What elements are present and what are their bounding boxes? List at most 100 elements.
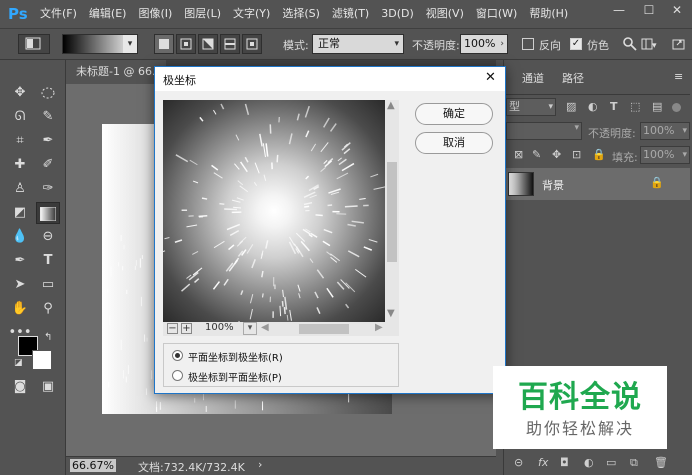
hscroll-thumb[interactable] <box>299 324 349 334</box>
opacity-input[interactable]: 100% › <box>460 34 508 54</box>
radial-gradient-button[interactable] <box>176 34 196 54</box>
type-filter-icon[interactable]: T <box>610 100 618 113</box>
maximize-button[interactable]: ☐ <box>634 0 664 20</box>
scroll-left-icon[interactable]: ◀ <box>261 322 269 333</box>
background-color-swatch[interactable] <box>32 350 52 370</box>
scroll-down-icon[interactable]: ▼ <box>387 308 395 319</box>
add-mask-icon[interactable]: ◘ <box>560 456 569 469</box>
new-group-icon[interactable]: ▭ <box>606 456 616 469</box>
rect-to-polar-label[interactable]: 平面坐标到极坐标(R) <box>188 349 283 364</box>
quick-select-tool-icon[interactable]: ✎ <box>36 106 60 128</box>
trash-icon[interactable]: 🗑 <box>654 456 668 469</box>
lock-all-icon[interactable]: 🔒 <box>592 148 606 161</box>
adjustment-layer-icon[interactable]: ◐ <box>584 456 594 469</box>
close-icon[interactable]: ✕ <box>485 70 496 85</box>
reverse-checkbox[interactable] <box>522 38 534 50</box>
panel-menu-icon[interactable]: ≡ <box>674 70 683 83</box>
lock-pixels-icon[interactable]: ✎ <box>532 148 541 161</box>
healing-brush-icon[interactable]: ✚ <box>8 154 32 176</box>
lock-transparent-icon[interactable]: ⊠ <box>514 148 523 161</box>
path-select-icon[interactable]: ➤ <box>8 274 32 296</box>
diamond-gradient-button[interactable] <box>242 34 262 54</box>
dither-checkbox[interactable]: ✓ <box>570 38 582 50</box>
close-window-button[interactable]: ✕ <box>662 0 692 20</box>
type-tool-icon[interactable]: T <box>36 250 60 272</box>
filter-toggle[interactable] <box>672 103 681 112</box>
menu-edit[interactable]: 编辑(E) <box>83 0 133 28</box>
ok-button[interactable]: 确定 <box>415 103 493 125</box>
image-filter-icon[interactable]: ▨ <box>566 100 576 113</box>
layer-opacity-input[interactable]: 100% ▾ <box>640 122 690 140</box>
swap-colors-icon[interactable]: ↰ <box>44 332 52 343</box>
workspace-icon[interactable]: ▾ <box>640 36 658 52</box>
vscroll-thumb[interactable] <box>387 162 397 262</box>
blur-tool-icon[interactable]: 💧 <box>8 226 32 248</box>
mode-select[interactable]: 正常 ▾ <box>312 34 404 54</box>
rectangle-tool-icon[interactable]: ▭ <box>36 274 60 296</box>
history-brush-icon[interactable]: ✑ <box>36 178 60 200</box>
menu-select[interactable]: 选择(S) <box>276 0 326 28</box>
radio-polar-to-rect[interactable] <box>172 370 183 381</box>
eraser-tool-icon[interactable]: ◩ <box>8 202 32 224</box>
default-colors-icon[interactable]: ◪ <box>14 358 23 368</box>
layer-row[interactable]: 背景 🔒 <box>504 168 690 200</box>
menu-image[interactable]: 图像(I) <box>132 0 178 28</box>
shape-filter-icon[interactable]: ⬚ <box>630 100 640 113</box>
fx-icon[interactable]: fx <box>538 456 548 469</box>
smart-object-filter-icon[interactable]: ▤ <box>652 100 662 113</box>
lock-position-icon[interactable]: ✥ <box>552 148 561 161</box>
pen-tool-icon[interactable]: ✒ <box>8 250 32 272</box>
menu-help[interactable]: 帮助(H) <box>523 0 574 28</box>
gradient-tool-icon[interactable] <box>36 202 60 224</box>
clone-stamp-icon[interactable]: ♙ <box>8 178 32 200</box>
filter-kind-select[interactable]: 型 ▾ <box>506 98 556 116</box>
scroll-right-icon[interactable]: ▶ <box>375 322 383 333</box>
menu-view[interactable]: 视图(V) <box>420 0 470 28</box>
marquee-tool-icon[interactable] <box>36 82 60 104</box>
move-tool-icon[interactable]: ✥ <box>8 82 32 104</box>
document-tab[interactable]: 未标题-1 @ 66.7 <box>66 60 166 84</box>
filter-preview[interactable] <box>163 100 385 322</box>
zoom-out-button[interactable]: − <box>167 323 178 334</box>
layer-name[interactable]: 背景 <box>542 177 564 193</box>
tool-preset-picker[interactable] <box>18 34 50 54</box>
gradient-picker[interactable]: ▾ <box>62 34 138 54</box>
fill-input[interactable]: 100% ▾ <box>640 146 690 164</box>
dodge-tool-icon[interactable]: ⊖ <box>36 226 60 248</box>
share-icon[interactable] <box>670 36 688 52</box>
angle-gradient-button[interactable] <box>198 34 218 54</box>
lasso-tool-icon[interactable]: ᘏ <box>8 106 32 128</box>
chevron-right-icon[interactable]: › <box>258 458 262 471</box>
minimize-button[interactable]: — <box>604 0 634 20</box>
hand-tool-icon[interactable]: ✋ <box>8 298 32 320</box>
menu-3d[interactable]: 3D(D) <box>375 0 420 28</box>
radio-rect-to-polar[interactable] <box>172 350 183 361</box>
brush-tool-icon[interactable]: ✐ <box>36 154 60 176</box>
zoom-level[interactable]: 66.67% <box>70 459 116 472</box>
crop-tool-icon[interactable]: ⌗ <box>8 130 32 152</box>
search-icon[interactable] <box>622 36 638 52</box>
tab-paths[interactable]: 路径 <box>554 66 592 92</box>
menu-window[interactable]: 窗口(W) <box>470 0 523 28</box>
zoom-tool-icon[interactable]: ⚲ <box>36 298 60 320</box>
link-layers-icon[interactable]: ⊝ <box>514 456 523 469</box>
menu-file[interactable]: 文件(F) <box>34 0 83 28</box>
menu-type[interactable]: 文字(Y) <box>227 0 276 28</box>
linear-gradient-button[interactable] <box>154 34 174 54</box>
menu-filter[interactable]: 滤镜(T) <box>326 0 375 28</box>
chevron-down-icon[interactable]: ▾ <box>243 322 257 335</box>
adjustment-filter-icon[interactable]: ◐ <box>588 100 598 113</box>
eyedropper-tool-icon[interactable]: ✒ <box>36 130 60 152</box>
zoom-in-button[interactable]: + <box>181 323 192 334</box>
screen-mode-icon[interactable]: ▣ <box>36 376 60 398</box>
quick-mask-icon[interactable]: ◙ <box>8 376 32 398</box>
polar-to-rect-label[interactable]: 极坐标到平面坐标(P) <box>188 369 282 384</box>
new-layer-icon[interactable]: ⧉ <box>630 456 638 470</box>
cancel-button[interactable]: 取消 <box>415 132 493 154</box>
blend-mode-select[interactable]: ▾ <box>506 122 582 140</box>
lock-artboard-icon[interactable]: ⊡ <box>572 148 581 161</box>
tab-channels[interactable]: 通道 <box>514 66 552 92</box>
reflected-gradient-button[interactable] <box>220 34 240 54</box>
preview-vscrollbar[interactable]: ▲ ▼ <box>385 100 399 322</box>
menu-layer[interactable]: 图层(L) <box>178 0 227 28</box>
